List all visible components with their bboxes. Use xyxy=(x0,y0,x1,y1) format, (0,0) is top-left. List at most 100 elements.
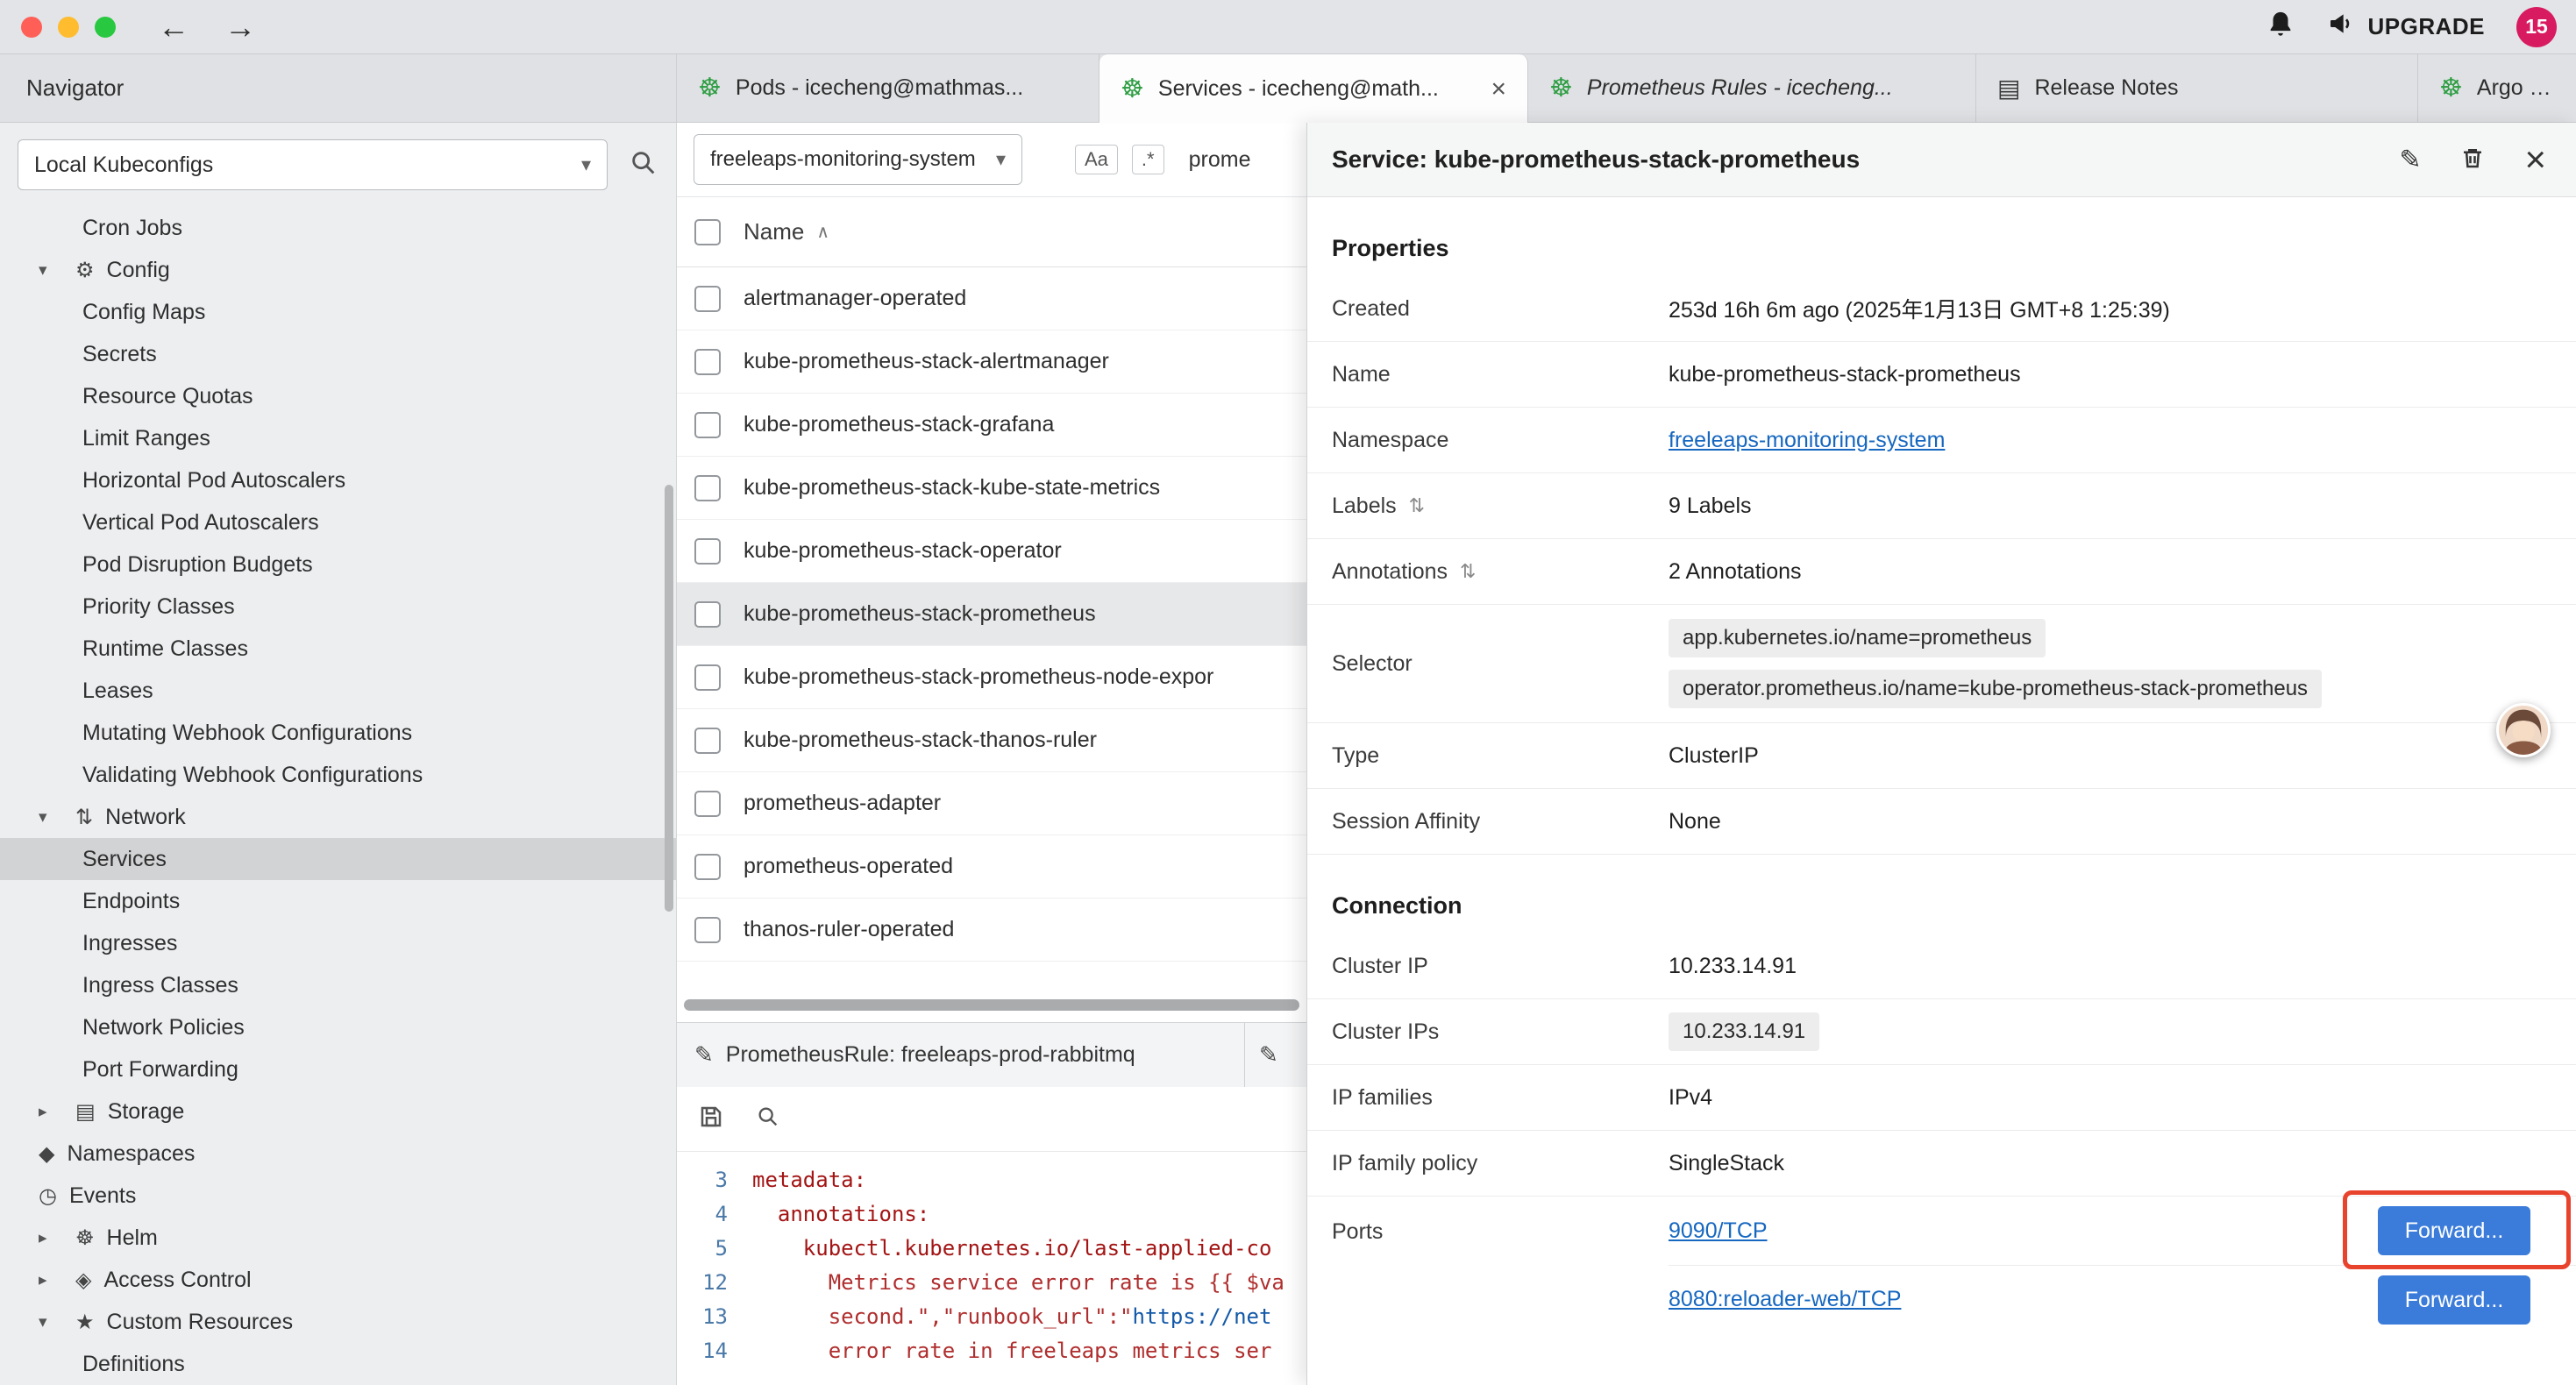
sidebar-item-events[interactable]: ◷Events xyxy=(0,1175,676,1217)
table-row[interactable]: prometheus-adapter xyxy=(677,772,1306,835)
config-icon: ⚙ xyxy=(75,258,95,283)
dock-tab-prometheusrule[interactable]: ✎ PrometheusRule: freeleaps-prod-rabbitm… xyxy=(677,1023,1245,1087)
tab-services[interactable]: ☸ Services - icecheng@math... × xyxy=(1099,54,1528,124)
sidebar-item-services[interactable]: Services xyxy=(0,838,676,880)
megaphone-icon xyxy=(2327,10,2355,44)
sidebar-item-runtime-classes[interactable]: Runtime Classes xyxy=(0,628,676,670)
regex-toggle[interactable]: .* xyxy=(1132,145,1164,174)
notifications-bell-icon[interactable] xyxy=(2266,10,2295,44)
port-link-8080[interactable]: 8080:reloader-web/TCP xyxy=(1669,1287,1901,1312)
table-row[interactable]: kube-prometheus-stack-alertmanager xyxy=(677,330,1306,394)
search-input[interactable]: prome xyxy=(1189,147,1251,173)
avatar[interactable] xyxy=(2496,703,2551,757)
sidebar-item-endpoints[interactable]: Endpoints xyxy=(0,880,676,922)
sidebar-item-ingresses[interactable]: Ingresses xyxy=(0,922,676,964)
column-header-name[interactable]: Name xyxy=(744,218,804,245)
table-row[interactable]: alertmanager-operated xyxy=(677,267,1306,330)
detail-row-cluster-ip: Cluster IP 10.233.14.91 xyxy=(1307,934,2576,999)
detail-row-ip-families: IP families IPv4 xyxy=(1307,1065,2576,1131)
sidebar-item-cron-jobs[interactable]: Cron Jobs xyxy=(0,207,676,249)
row-checkbox[interactable] xyxy=(694,349,721,375)
select-all-checkbox[interactable] xyxy=(694,219,721,245)
row-checkbox[interactable] xyxy=(694,286,721,312)
sidebar-item-namespaces[interactable]: ◆Namespaces xyxy=(0,1133,676,1175)
row-checkbox[interactable] xyxy=(694,791,721,817)
forward-button[interactable]: Forward... xyxy=(2378,1206,2530,1255)
forward-button[interactable]: Forward... xyxy=(2378,1275,2530,1325)
sidebar-item-mutating-webhook-configurations[interactable]: Mutating Webhook Configurations xyxy=(0,712,676,754)
upgrade-button[interactable]: UPGRADE xyxy=(2327,10,2485,44)
table-row[interactable]: kube-prometheus-stack-operator xyxy=(677,520,1306,583)
namespace-link[interactable]: freeleaps-monitoring-system xyxy=(1669,428,1945,453)
expand-collapse-icon[interactable]: ⇅ xyxy=(1460,560,1476,583)
kubeconfig-selector[interactable]: Local Kubeconfigs ▾ xyxy=(18,139,608,190)
sidebar-item-secrets[interactable]: Secrets xyxy=(0,333,676,375)
sidebar-item-network-policies[interactable]: Network Policies xyxy=(0,1006,676,1048)
tab-prometheus-rules[interactable]: ☸ Prometheus Rules - icecheng... xyxy=(1528,54,1976,122)
sidebar-item-helm[interactable]: ▸☸Helm xyxy=(0,1217,676,1259)
sidebar-item-leases[interactable]: Leases xyxy=(0,670,676,712)
row-checkbox[interactable] xyxy=(694,412,721,438)
dock-tab-partial[interactable]: ✎ xyxy=(1245,1023,1306,1087)
notification-count-badge[interactable]: 15 xyxy=(2516,7,2557,47)
table-row[interactable]: prometheus-operated xyxy=(677,835,1306,898)
match-case-toggle[interactable]: Aa xyxy=(1075,145,1118,174)
row-checkbox[interactable] xyxy=(694,475,721,501)
forward-icon[interactable]: → xyxy=(224,11,256,43)
edit-pencil-icon[interactable]: ✎ xyxy=(2399,145,2421,175)
yaml-editor[interactable]: 3metadata: 4 annotations: 5 kubectl.kube… xyxy=(677,1152,1306,1385)
sidebar-item-network[interactable]: ▾⇅Network xyxy=(0,796,676,838)
sidebar-item-config[interactable]: ▾⚙Config xyxy=(0,249,676,291)
back-icon[interactable]: ← xyxy=(158,11,189,43)
sidebar-item-validating-webhook-configurations[interactable]: Validating Webhook Configurations xyxy=(0,754,676,796)
table-row[interactable]: kube-prometheus-stack-thanos-ruler xyxy=(677,709,1306,772)
close-icon[interactable]: × xyxy=(2524,141,2546,178)
sidebar-item-horizontal-pod-autoscalers[interactable]: Horizontal Pod Autoscalers xyxy=(0,459,676,501)
expand-collapse-icon[interactable]: ⇅ xyxy=(1409,494,1425,517)
horizontal-scrollbar[interactable] xyxy=(684,999,1299,1011)
port-link-9090[interactable]: 9090/TCP xyxy=(1669,1218,1768,1244)
search-icon[interactable] xyxy=(629,148,658,182)
close-window-button[interactable] xyxy=(21,17,42,38)
sidebar-item-limit-ranges[interactable]: Limit Ranges xyxy=(0,417,676,459)
namespace-filter-select[interactable]: freeleaps-monitoring-system ▾ xyxy=(694,134,1022,185)
table-row[interactable]: kube-prometheus-stack-grafana xyxy=(677,394,1306,457)
cluster-icon: ☸ xyxy=(698,73,722,103)
table-row[interactable]: thanos-ruler-operated xyxy=(677,898,1306,962)
sidebar-item-storage[interactable]: ▸▤Storage xyxy=(0,1090,676,1133)
sidebar-item-resource-quotas[interactable]: Resource Quotas xyxy=(0,375,676,417)
minimize-window-button[interactable] xyxy=(58,17,79,38)
table-row[interactable]: kube-prometheus-stack-prometheus-node-ex… xyxy=(677,646,1306,709)
edit-pencil-icon: ✎ xyxy=(1259,1041,1278,1069)
table-row-selected[interactable]: kube-prometheus-stack-prometheus xyxy=(677,583,1306,646)
save-icon[interactable] xyxy=(698,1104,724,1134)
row-checkbox[interactable] xyxy=(694,601,721,628)
sidebar-item-pod-disruption-budgets[interactable]: Pod Disruption Budgets xyxy=(0,543,676,586)
row-checkbox[interactable] xyxy=(694,538,721,565)
row-checkbox[interactable] xyxy=(694,664,721,691)
row-checkbox[interactable] xyxy=(694,854,721,880)
tab-argo[interactable]: ☸ Argo Se xyxy=(2418,54,2576,122)
sidebar-item-access-control[interactable]: ▸◈Access Control xyxy=(0,1259,676,1301)
row-checkbox[interactable] xyxy=(694,917,721,943)
tab-release-notes[interactable]: ▤ Release Notes xyxy=(1976,54,2418,122)
sidebar-item-priority-classes[interactable]: Priority Classes xyxy=(0,586,676,628)
delete-trash-icon[interactable] xyxy=(2459,145,2486,175)
row-checkbox[interactable] xyxy=(694,728,721,754)
sidebar-scrollbar[interactable] xyxy=(665,485,673,912)
sidebar-item-config-maps[interactable]: Config Maps xyxy=(0,291,676,333)
helm-icon: ☸ xyxy=(75,1225,95,1251)
zoom-window-button[interactable] xyxy=(95,17,116,38)
table-row[interactable]: kube-prometheus-stack-kube-state-metrics xyxy=(677,457,1306,520)
sidebar-item-ingress-classes[interactable]: Ingress Classes xyxy=(0,964,676,1006)
sort-asc-icon[interactable]: ∧ xyxy=(816,221,829,243)
drawer-header: Service: kube-prometheus-stack-prometheu… xyxy=(1307,123,2576,197)
sidebar-item-custom-resources[interactable]: ▾★Custom Resources xyxy=(0,1301,676,1343)
sidebar-item-port-forwarding[interactable]: Port Forwarding xyxy=(0,1048,676,1090)
sidebar-item-definitions[interactable]: Definitions xyxy=(0,1343,676,1385)
search-icon[interactable] xyxy=(756,1104,780,1133)
sidebar-item-vertical-pod-autoscalers[interactable]: Vertical Pod Autoscalers xyxy=(0,501,676,543)
dock-tab-strip: ✎ PrometheusRule: freeleaps-prod-rabbitm… xyxy=(677,1022,1306,1087)
tab-pods[interactable]: ☸ Pods - icecheng@mathmas... xyxy=(677,54,1099,122)
close-tab-icon[interactable]: × xyxy=(1491,75,1506,104)
